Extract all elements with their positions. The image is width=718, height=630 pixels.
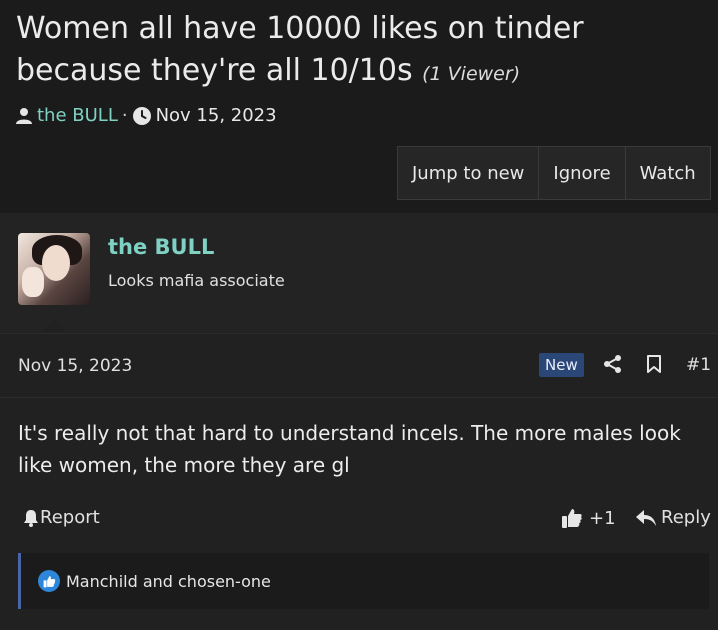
bookmark-icon[interactable] xyxy=(645,354,663,374)
new-badge: New xyxy=(539,353,584,377)
user-icon xyxy=(15,107,33,125)
thread-meta: the BULL · Nov 15, 2023 xyxy=(15,105,277,126)
post-date[interactable]: Nov 15, 2023 xyxy=(18,356,132,376)
avatar-hand xyxy=(22,267,44,297)
ignore-button[interactable]: Ignore xyxy=(539,147,626,199)
thread-date[interactable]: Nov 15, 2023 xyxy=(156,105,277,126)
reply-button[interactable]: Reply xyxy=(635,507,711,528)
thread-title: Women all have 10000 likes on tinder bec… xyxy=(16,8,706,95)
reactions-list[interactable]: Manchild and chosen-one xyxy=(66,572,271,591)
post-number[interactable]: #1 xyxy=(686,355,711,375)
thread-author-link[interactable]: the BULL xyxy=(37,105,118,126)
reactions-bar[interactable]: Manchild and chosen-one xyxy=(18,553,709,609)
post-user-block: the BULL Looks mafia associate xyxy=(0,213,718,334)
avatar[interactable] xyxy=(18,233,90,305)
thread-actions: Jump to new Ignore Watch xyxy=(397,146,711,200)
post-username[interactable]: the BULL xyxy=(108,235,214,259)
clock-icon xyxy=(132,106,152,126)
avatar-face xyxy=(42,245,70,281)
thread-header: Women all have 10000 likes on tinder bec… xyxy=(0,0,718,212)
report-button[interactable]: Report xyxy=(22,507,100,528)
viewer-count[interactable]: (1 Viewer) xyxy=(422,63,520,85)
user-title: Looks mafia associate xyxy=(108,271,285,290)
thumbs-up-icon xyxy=(561,507,583,529)
report-label: Report xyxy=(40,507,100,528)
like-count: +1 xyxy=(589,507,616,529)
post-actions: Report +1 Reply xyxy=(0,503,718,533)
post-message: It's really not that hard to understand … xyxy=(18,421,681,477)
reply-icon xyxy=(635,509,657,527)
jump-to-new-button[interactable]: Jump to new xyxy=(398,147,540,199)
user-block-arrow xyxy=(40,319,68,333)
watch-button[interactable]: Watch xyxy=(626,147,710,199)
meta-separator: · xyxy=(121,105,128,126)
reply-label: Reply xyxy=(661,507,711,528)
like-reaction-icon xyxy=(38,570,60,592)
bell-icon xyxy=(22,508,40,528)
post-header: Nov 15, 2023 New #1 xyxy=(0,333,718,398)
post: the BULL Looks mafia associate Nov 15, 2… xyxy=(0,213,718,630)
share-icon[interactable] xyxy=(603,354,623,374)
like-button[interactable]: +1 xyxy=(561,507,616,529)
